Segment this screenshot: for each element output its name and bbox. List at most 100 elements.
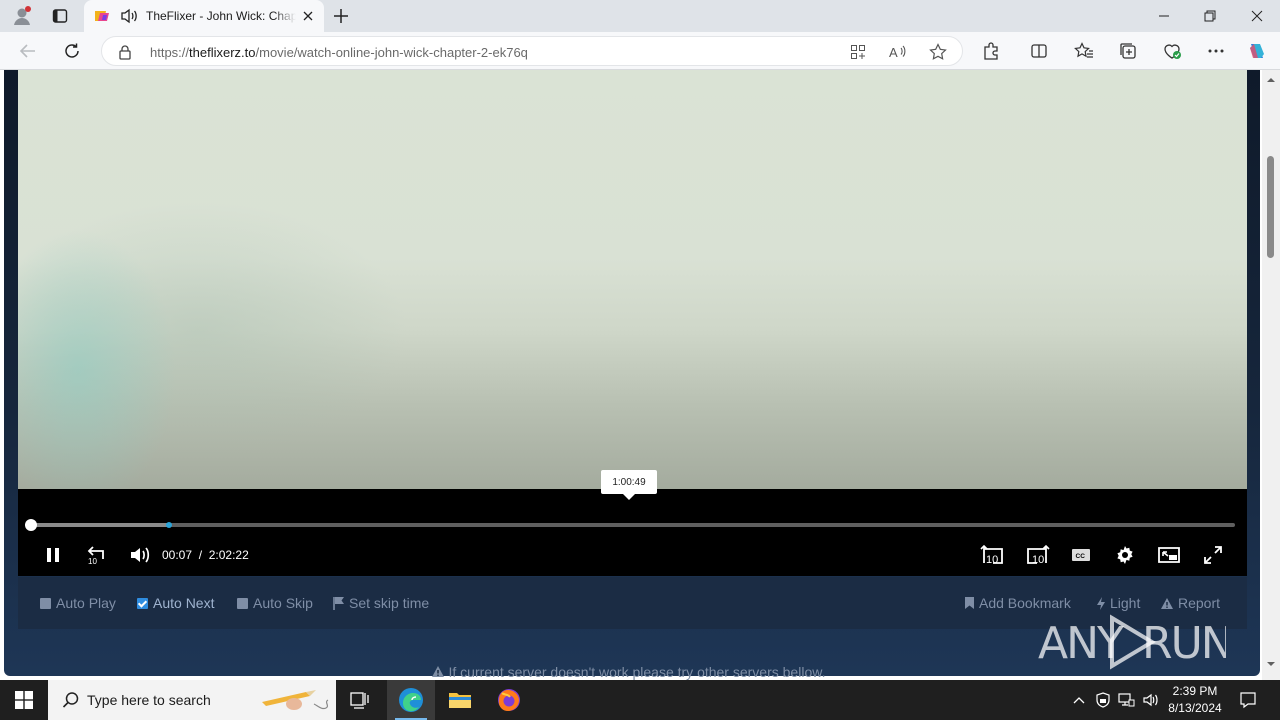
rewind-10-icon: 10 (980, 544, 1003, 566)
browser-toolbar: https://theflixerz.to/movie/watch-online… (0, 32, 1280, 70)
firefox-taskbar-app[interactable] (485, 680, 533, 720)
site-favicon-icon (94, 9, 110, 23)
minimize-icon[interactable] (1141, 0, 1187, 32)
refresh-icon[interactable] (59, 39, 85, 63)
new-tab-plus-icon[interactable] (330, 6, 352, 26)
auto-play-label: Auto Play (56, 595, 116, 611)
rewind-10-button[interactable]: 10 (980, 543, 1006, 567)
defender-shield-tray-icon[interactable] (1093, 680, 1113, 720)
task-view-icon (350, 692, 369, 709)
scrollbar-thumb[interactable] (1267, 156, 1274, 258)
taskbar-search-box[interactable]: Type here to search (48, 680, 336, 720)
volume-tray-icon[interactable] (1140, 680, 1162, 720)
app-available-icon[interactable] (848, 43, 868, 61)
profile-icon[interactable] (8, 4, 36, 28)
warning-icon (1161, 597, 1173, 609)
flag-icon (333, 597, 344, 610)
settings-button[interactable] (1114, 543, 1136, 567)
clock-date: 8/13/2024 (1168, 701, 1222, 715)
favorite-star-icon[interactable] (928, 43, 948, 61)
copilot-icon[interactable] (1246, 41, 1268, 61)
fullscreen-button[interactable] (1202, 543, 1224, 567)
captions-icon: CC (1072, 549, 1090, 561)
url-host: theflixerz.to (189, 45, 256, 60)
folder-icon (449, 693, 471, 708)
browser-essentials-icon[interactable] (1161, 41, 1183, 61)
auto-skip-checkbox[interactable] (237, 597, 248, 609)
window-close-icon[interactable] (1234, 0, 1280, 32)
pause-icon (47, 548, 59, 562)
tab-title: TheFlixer - John Wick: Chapter 2 (2017) … (146, 9, 296, 23)
set-skip-time-label: Set skip time (349, 595, 430, 611)
search-highlight-pencil-icon (262, 690, 329, 710)
gear-icon (1117, 546, 1133, 564)
auto-play-toggle[interactable]: Auto Play (40, 594, 116, 612)
clock-time: 2:39 PM (1172, 684, 1218, 698)
anyrun-watermark: ANY RUN (1038, 610, 1226, 674)
svg-text:10: 10 (1032, 554, 1044, 566)
current-time: 00:07 (162, 548, 193, 562)
video-player[interactable]: 1:00:49 10 00:07 / 2:02:22 10 10 CC (18, 70, 1247, 576)
address-bar[interactable]: https://theflixerz.to/movie/watch-online… (101, 36, 963, 66)
replay-icon: 10 (87, 546, 104, 565)
tab-close-icon[interactable] (300, 8, 316, 24)
time-display: 00:07 / 2:02:22 (162, 548, 249, 562)
page-viewport: 1:00:49 10 00:07 / 2:02:22 10 10 CC Auto… (0, 70, 1280, 680)
lightning-icon (1097, 596, 1105, 610)
auto-next-toggle[interactable]: Auto Next (137, 594, 214, 612)
report-label: Report (1178, 595, 1221, 611)
volume-button[interactable] (128, 543, 152, 567)
picture-in-picture-icon (1158, 547, 1180, 563)
fullscreen-icon (1204, 546, 1222, 564)
video-frame[interactable] (18, 70, 1247, 489)
edge-taskbar-app[interactable] (387, 680, 435, 720)
volume-icon (131, 547, 150, 563)
auto-next-checkbox[interactable] (137, 597, 148, 609)
browser-tab-active[interactable]: TheFlixer - John Wick: Chapter 2 (2017) … (84, 0, 324, 32)
taskbar-search-placeholder: Type here to search (87, 692, 211, 708)
bookmark-icon (965, 597, 974, 609)
firefox-icon (498, 689, 520, 711)
url-scheme: https:// (150, 45, 190, 60)
forward-10-button[interactable]: 10 (1024, 543, 1050, 567)
task-view-button[interactable] (336, 680, 384, 720)
server-notice-text: If current server doesn't work please tr… (448, 664, 826, 680)
auto-skip-label: Auto Skip (253, 595, 313, 611)
light-label: Light (1110, 595, 1141, 611)
auto-play-checkbox[interactable] (40, 597, 51, 609)
tray-overflow-chevron-icon[interactable] (1068, 680, 1090, 720)
tab-actions-icon[interactable] (46, 4, 74, 28)
page-scrollbar[interactable] (1262, 70, 1280, 680)
read-aloud-icon[interactable]: A (888, 43, 908, 61)
split-screen-icon[interactable] (1028, 41, 1050, 61)
file-explorer-taskbar-app[interactable] (436, 680, 484, 720)
auto-skip-toggle[interactable]: Auto Skip (237, 594, 313, 612)
seek-bar[interactable] (31, 523, 1235, 527)
pause-button[interactable] (42, 543, 64, 567)
taskbar-clock[interactable]: 2:39 PM 8/13/2024 (1162, 683, 1228, 717)
start-button[interactable] (0, 680, 48, 720)
seek-knob[interactable] (25, 519, 37, 531)
url-path: /movie/watch-online-john-wick-chapter-2-… (255, 45, 528, 60)
network-tray-icon[interactable] (1116, 680, 1136, 720)
browser-tab-bar: TheFlixer - John Wick: Chapter 2 (2017) … (0, 0, 1280, 32)
set-skip-time-button[interactable]: Set skip time (332, 594, 429, 612)
tab-audio-playing-icon[interactable] (120, 8, 138, 24)
replay-button[interactable]: 10 (84, 543, 108, 567)
notifications-icon[interactable] (1236, 680, 1260, 720)
more-menu-icon[interactable] (1205, 41, 1227, 61)
restore-icon[interactable] (1187, 0, 1233, 32)
extensions-icon[interactable] (980, 41, 1002, 61)
collections-icon[interactable] (1117, 41, 1139, 61)
captions-button[interactable]: CC (1070, 543, 1092, 567)
svg-text:10: 10 (88, 557, 97, 565)
url-text: https://theflixerz.to/movie/watch-online… (150, 45, 528, 60)
back-arrow-icon[interactable] (15, 39, 41, 63)
favorites-icon[interactable] (1073, 41, 1095, 61)
player-controls: 1:00:49 10 00:07 / 2:02:22 10 10 CC (18, 470, 1247, 576)
lock-icon[interactable] (118, 44, 132, 60)
scroll-up-arrow-icon (1267, 78, 1275, 82)
auto-next-label: Auto Next (153, 595, 215, 611)
picture-in-picture-button[interactable] (1157, 543, 1181, 567)
windows-logo-icon (15, 691, 33, 709)
